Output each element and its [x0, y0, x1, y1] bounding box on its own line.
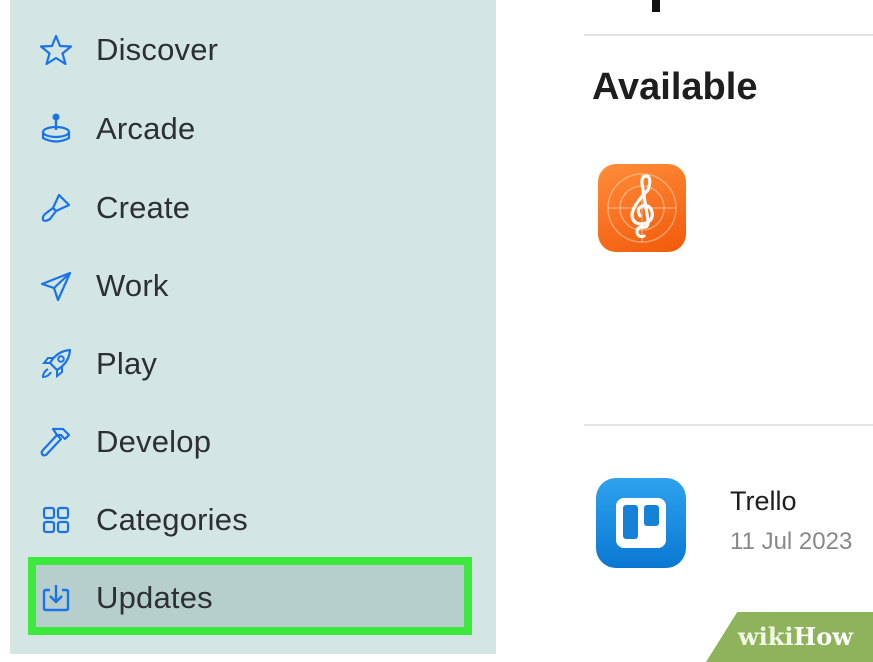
trello-icon[interactable] [596, 478, 686, 568]
sidebar-item-play[interactable]: Play [36, 334, 476, 394]
rocket-icon [36, 344, 76, 384]
top-edge-mark [652, 0, 660, 12]
download-icon [36, 578, 76, 618]
joystick-icon [36, 109, 76, 149]
app-name: Trello [730, 486, 797, 516]
watermark-how: How [793, 622, 853, 651]
sidebar-item-arcade[interactable]: Arcade [36, 99, 476, 159]
sidebar-item-create[interactable]: Create [36, 178, 476, 238]
star-icon [36, 30, 76, 70]
hammer-icon [36, 422, 76, 462]
sidebar-item-label: Discover [96, 32, 219, 67]
main-content: Available Trello 11 Jul 2023 [496, 0, 873, 654]
section-title: Available [592, 66, 758, 108]
sidebar-item-label: Play [96, 346, 158, 381]
brush-icon [36, 188, 76, 228]
sidebar-item-work[interactable]: Work [36, 256, 476, 316]
sidebar-item-label: Categories [96, 502, 248, 537]
sidebar-item-label: Develop [96, 424, 212, 459]
paper-plane-icon [36, 266, 76, 306]
sidebar-item-categories[interactable]: Categories [36, 490, 476, 550]
divider [584, 424, 873, 426]
grid-icon [36, 500, 76, 540]
watermark-wiki: wiki [738, 622, 794, 651]
watermark: wikiHow [738, 622, 853, 651]
sidebar-item-label: Updates [96, 580, 213, 615]
app-date: 11 Jul 2023 [730, 528, 853, 555]
sidebar-item-develop[interactable]: Develop [36, 412, 476, 472]
sidebar: Discover Arcade Create Work Play Develop… [10, 0, 496, 654]
sidebar-item-label: Work [96, 268, 169, 303]
sidebar-item-label: Create [96, 190, 191, 225]
sidebar-item-label: Arcade [96, 111, 196, 146]
music-notation-app-icon[interactable] [598, 164, 686, 252]
sidebar-item-updates[interactable]: Updates [36, 568, 476, 628]
sidebar-item-discover[interactable]: Discover [36, 20, 476, 80]
divider [584, 34, 873, 36]
